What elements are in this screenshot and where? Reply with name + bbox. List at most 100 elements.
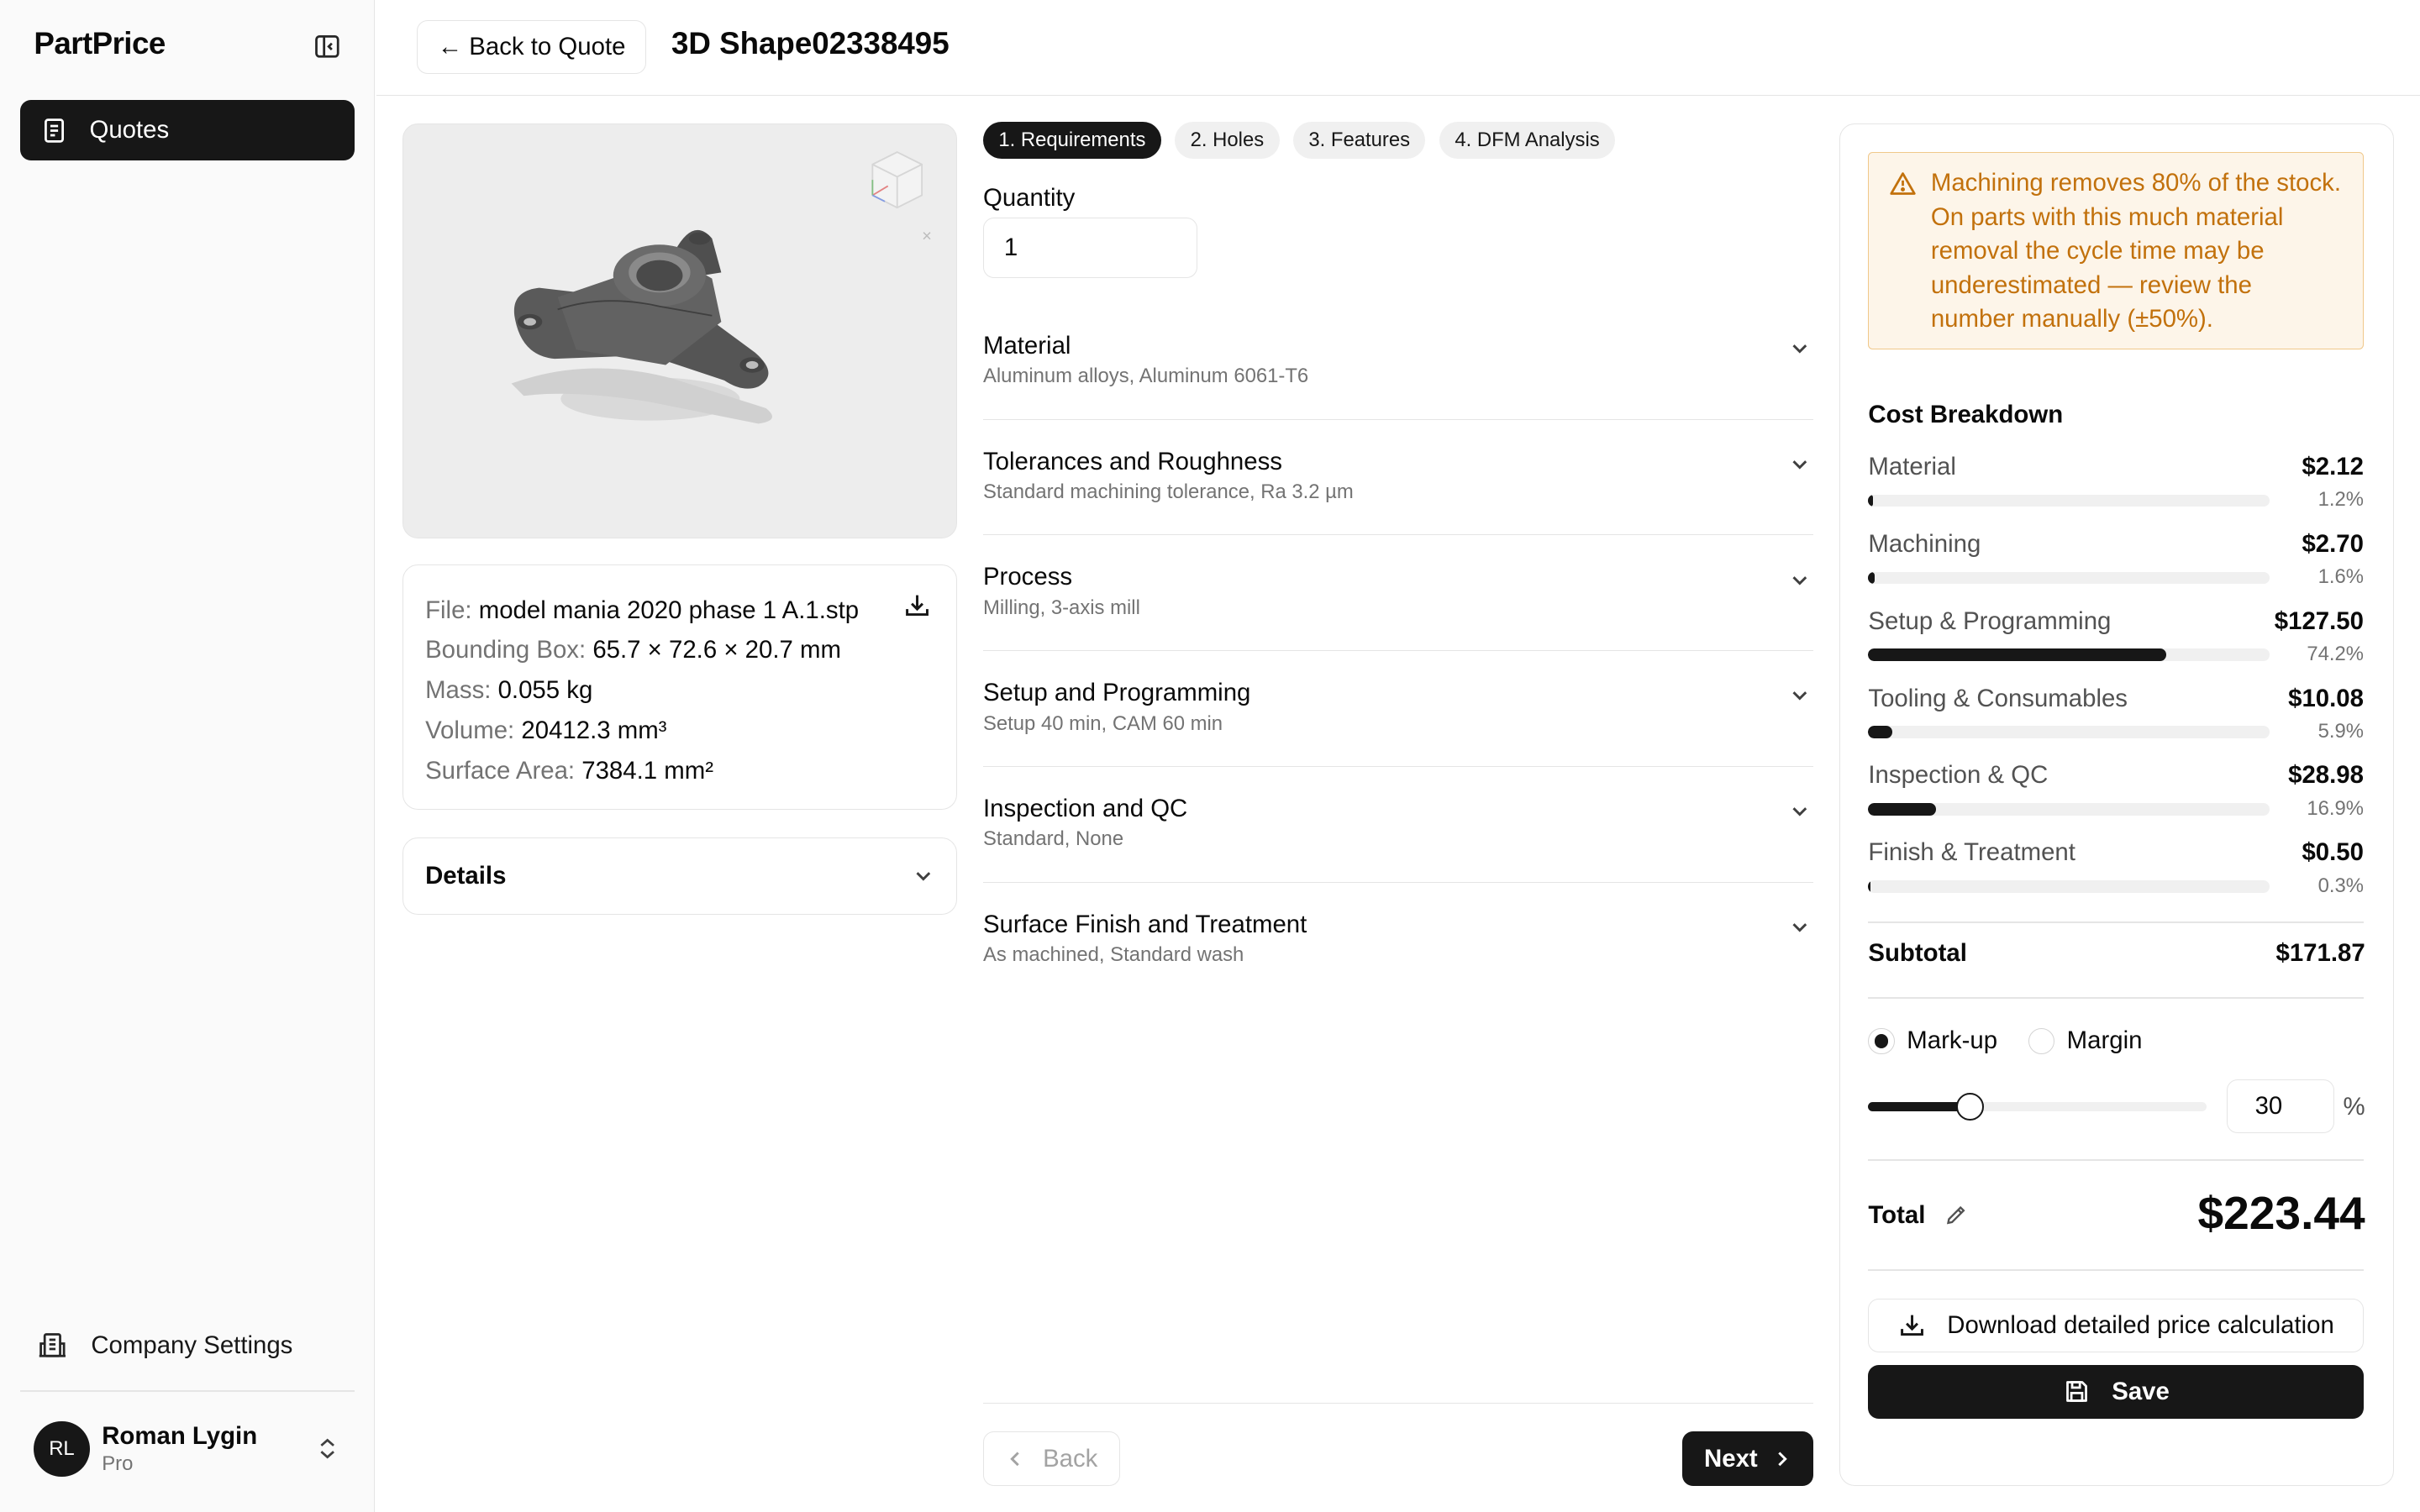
- back-to-quote-button[interactable]: ← Back to Quote: [416, 19, 647, 75]
- total-value: $223.44: [2197, 1186, 2365, 1239]
- tab-holes[interactable]: 2. Holes: [1175, 122, 1280, 160]
- cost-item-percent: 1.2%: [2317, 488, 2364, 512]
- volume-info: Volume: 20412.3 mm³: [425, 716, 667, 744]
- details-label: Details: [425, 862, 507, 890]
- quantity-input[interactable]: [982, 217, 1198, 278]
- cost-share-fill: [1868, 726, 1892, 738]
- cost-item-value: $2.12: [2302, 453, 2364, 481]
- markup-radio[interactable]: [1868, 1027, 1895, 1054]
- section-setup-programming[interactable]: Setup and Programming Setup 40 min, CAM …: [982, 651, 1814, 767]
- tab-dfm-analysis[interactable]: 4. DFM Analysis: [1439, 122, 1616, 160]
- surface-area-info: Surface Area: 7384.1 mm²: [425, 756, 713, 785]
- cost-item-percent: 1.6%: [2317, 565, 2364, 589]
- cost-item-name: Material: [1868, 453, 1956, 481]
- cost-item-percent: 0.3%: [2317, 874, 2364, 897]
- chevrons-up-down-icon: [320, 1438, 334, 1459]
- chevron-down-icon: [1792, 807, 1807, 816]
- chevron-down-icon: [1792, 691, 1807, 701]
- pricing-mode-radio-group: Mark-up Margin: [1868, 1026, 2142, 1055]
- cost-item-value: $10.08: [2288, 684, 2364, 712]
- sidebar-item-quotes[interactable]: Quotes: [19, 100, 355, 160]
- chevron-down-icon: [1792, 923, 1807, 932]
- step-tabs: 1. Requirements 2. Holes 3. Features 4. …: [982, 122, 1616, 160]
- user-plan: Pro: [102, 1452, 134, 1475]
- cost-item-percent: 5.9%: [2317, 719, 2364, 743]
- cost-share-fill: [1868, 648, 2166, 662]
- cost-item-percent: 74.2%: [2307, 643, 2364, 666]
- 3d-viewer[interactable]: ×: [402, 123, 957, 538]
- margin-label: Margin: [2066, 1026, 2143, 1055]
- cost-item-value: $2.70: [2302, 529, 2364, 558]
- subtotal-label: Subtotal: [1868, 938, 1967, 967]
- total-label: Total: [1868, 1201, 1968, 1230]
- file-name: model mania 2020 phase 1 A.1.stp: [478, 596, 860, 624]
- margin-radio[interactable]: [2028, 1027, 2054, 1054]
- cost-item-name: Finish & Treatment: [1868, 838, 2075, 867]
- svg-text:×: ×: [923, 228, 933, 246]
- section-inspection-qc[interactable]: Inspection and QC Standard, None: [982, 767, 1814, 883]
- file-info: File: model mania 2020 phase 1 A.1.stp: [425, 596, 860, 624]
- slider-thumb[interactable]: [1955, 1093, 1984, 1121]
- save-button[interactable]: Save: [1868, 1364, 2364, 1419]
- divider: [1868, 1268, 2364, 1271]
- tab-requirements[interactable]: 1. Requirements: [982, 122, 1161, 160]
- sidebar-divider: [19, 1389, 355, 1392]
- section-surface-finish[interactable]: Surface Finish and Treatment As machined…: [983, 883, 1813, 999]
- sidebar-item-company-settings[interactable]: Company Settings: [37, 1327, 292, 1364]
- cost-item-name: Machining: [1868, 529, 1981, 558]
- download-file-icon[interactable]: [903, 591, 931, 626]
- chevron-down-icon: [916, 872, 931, 881]
- section-tolerances[interactable]: Tolerances and Roughness Standard machin…: [982, 420, 1814, 536]
- avatar: RL: [34, 1420, 90, 1477]
- company-settings-label: Company Settings: [91, 1331, 293, 1359]
- tab-features[interactable]: 3. Features: [1293, 122, 1426, 160]
- warning-triangle-icon: [1890, 172, 1916, 196]
- cost-row: Setup & Programming $127.50 74.2%: [1868, 607, 2364, 685]
- chevron-left-icon: [1010, 1452, 1019, 1466]
- cost-row: Tooling & Consumables $10.08 5.9%: [1868, 685, 2364, 762]
- chevron-down-icon: [1792, 344, 1807, 354]
- mass-info: Mass: 0.055 kg: [425, 676, 593, 705]
- sidebar: PartPrice Quotes Company Settings RL Rom…: [0, 0, 376, 1512]
- document-icon: [44, 118, 64, 143]
- pencil-icon[interactable]: [1944, 1203, 1968, 1227]
- cost-share-bar: [1868, 803, 2270, 816]
- section-process[interactable]: Process Milling, 3-axis mill: [982, 535, 1814, 652]
- bounding-box-info: Bounding Box: 65.7 × 72.6 × 20.7 mm: [425, 636, 841, 664]
- download-icon: [1900, 1315, 1923, 1336]
- cost-share-fill: [1868, 571, 1876, 585]
- markup-percent-input[interactable]: [2226, 1079, 2335, 1134]
- cost-item-value: $127.50: [2274, 606, 2364, 635]
- user-menu[interactable]: RL Roman Lygin Pro: [34, 1420, 355, 1478]
- building-icon: [39, 1333, 66, 1357]
- chevron-down-icon: [1792, 575, 1807, 585]
- cost-share-fill: [1868, 494, 1874, 507]
- cost-share-bar: [1868, 648, 2270, 662]
- chevron-down-icon: [1792, 460, 1807, 470]
- next-button[interactable]: Next: [1682, 1431, 1814, 1486]
- details-accordion[interactable]: Details: [402, 837, 957, 916]
- cost-share-bar: [1868, 879, 2270, 893]
- brand-logo: PartPrice: [34, 26, 166, 61]
- cost-item-value: $28.98: [2288, 761, 2364, 790]
- cost-share-bar: [1868, 571, 2270, 585]
- back-button[interactable]: Back: [982, 1431, 1121, 1486]
- markup-slider[interactable]: [1868, 1093, 2207, 1121]
- cost-item-name: Inspection & QC: [1868, 761, 2049, 790]
- cost-share-bar: [1868, 726, 2270, 738]
- cost-row: Inspection & QC $28.98 16.9%: [1868, 761, 2364, 838]
- divider: [1868, 997, 2364, 1000]
- download-price-calculation-button[interactable]: Download detailed price calculation: [1868, 1298, 2364, 1352]
- percent-sign: %: [2343, 1093, 2365, 1121]
- cost-item-name: Tooling & Consumables: [1868, 684, 2128, 712]
- part-info-card: File: model mania 2020 phase 1 A.1.stp B…: [402, 564, 957, 811]
- cost-item-name: Setup & Programming: [1868, 606, 2112, 635]
- slider-fill: [1868, 1102, 1970, 1112]
- divider: [1868, 1159, 2364, 1162]
- cost-share-bar: [1868, 494, 2270, 507]
- cost-breakdown-title: Cost Breakdown: [1868, 400, 2064, 428]
- sidebar-toggle-icon[interactable]: [312, 31, 343, 62]
- sidebar-item-label: Quotes: [89, 116, 170, 144]
- section-material[interactable]: Material Aluminum alloys, Aluminum 6061-…: [982, 304, 1814, 420]
- divider: [1868, 921, 2364, 924]
